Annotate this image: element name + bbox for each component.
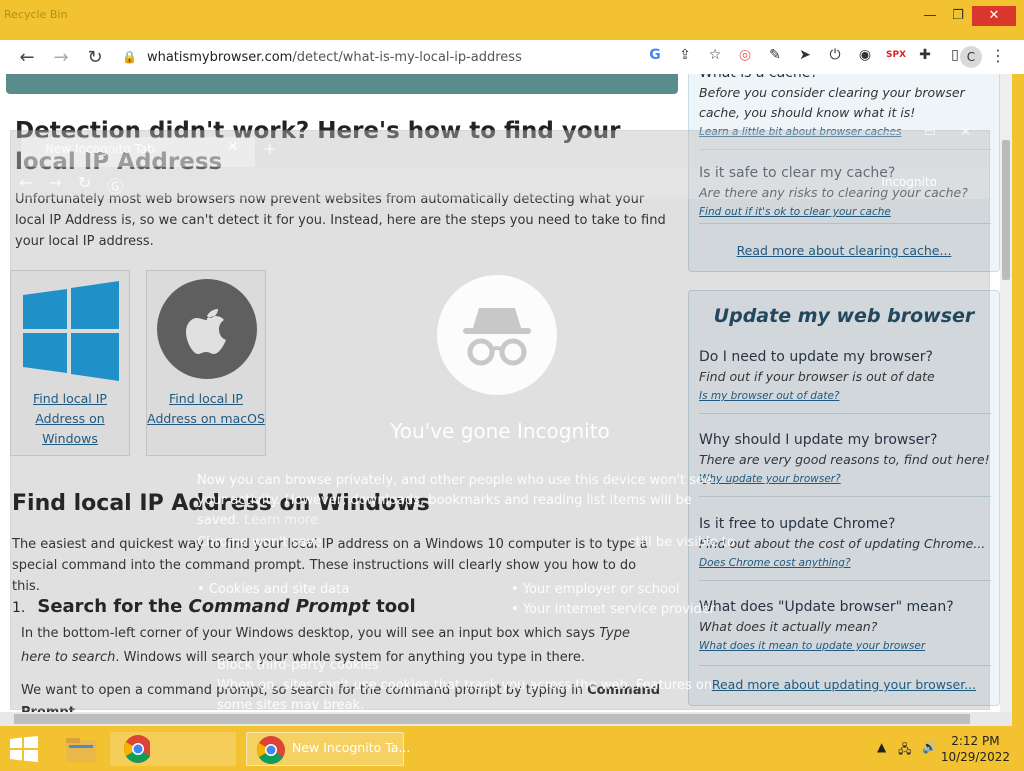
incognito-nav: ← → ↻ Ⓖ (19, 173, 123, 197)
visible-note: still be visible to (629, 535, 735, 550)
visible-item: • Your internet service provider (511, 602, 716, 617)
lock-icon: 🔒 (122, 50, 137, 64)
file-explorer-icon[interactable] (58, 732, 104, 766)
eyedropper-extension-icon[interactable]: ✎ (766, 46, 784, 64)
url-domain: whatismybrowser.com (146, 49, 293, 65)
incognito-label: Incognito (881, 175, 937, 189)
incognito-forward-icon[interactable]: → (48, 173, 61, 197)
clock-time: 2:12 PM (951, 734, 1000, 748)
toolbar-extensions: G ⇪ ☆ ◎ ✎ ➤ ⏻ ◉ SPX ✚ ▯ (646, 46, 964, 64)
visible-item-text: Your employer or school (522, 582, 680, 597)
taskbar: New Incognito Ta... ▲ 🖧 🔊 2:12 PM 10/29/… (0, 728, 1024, 768)
cache-question: What is a cache? (699, 74, 991, 83)
wont-save-item-text: Cookies and site data (208, 582, 350, 597)
incognito-tab-title: New Incognito Tab (45, 142, 155, 156)
visible-list: • Your employer or school • Your interne… (511, 580, 731, 620)
minimize-button[interactable]: — (916, 6, 944, 26)
incognito-spy-icon (437, 275, 557, 395)
url-field[interactable]: 🔒 whatismybrowser.com/detect/what-is-my-… (122, 46, 522, 68)
incognito-tab[interactable]: New Incognito Tab (21, 137, 255, 167)
volume-icon[interactable]: 🔊 (922, 740, 937, 754)
block-cookies-text: When on, sites can't use cookies that tr… (217, 678, 713, 713)
profile-avatar[interactable]: C (960, 46, 982, 68)
chrome-icon (124, 735, 152, 763)
close-button[interactable]: ✕ (972, 6, 1016, 26)
power-extension-icon[interactable]: ⏻ (826, 46, 844, 64)
incognito-back-icon[interactable]: ← (19, 173, 32, 197)
vertical-scroll-thumb[interactable] (1002, 140, 1010, 280)
clock[interactable]: 2:12 PM 10/29/2022 (941, 733, 1010, 765)
new-tab-icon[interactable]: + (263, 139, 276, 158)
incognito-heading: You've gone Incognito (390, 419, 610, 443)
incognito-window-overlay[interactable]: New Incognito Tab ✕ + — ▭ ✕ ← → ↻ Ⓖ Inco… (10, 125, 990, 713)
incognito-reload-icon[interactable]: ↻ (78, 173, 91, 197)
url-path: /detect/what-is-my-local-ip-address (292, 49, 522, 65)
vertical-scrollbar[interactable] (1000, 74, 1012, 712)
incognito-minimize-icon[interactable]: — (887, 125, 900, 140)
cache-answer: Before you consider clearing your browse… (699, 85, 965, 120)
refresh-extension-icon[interactable]: ◉ (856, 46, 874, 64)
incognito-window-controls: — ▭ ✕ (887, 125, 971, 140)
tray-overflow-icon[interactable]: ▲ (877, 740, 886, 754)
visible-item: • Your employer or school (511, 582, 680, 597)
forward-icon[interactable]: → (44, 47, 78, 68)
chrome-menu-icon[interactable]: ⋮ (990, 46, 1006, 65)
puzzle-extensions-icon[interactable]: ✚ (916, 46, 934, 64)
close-tab-icon[interactable]: ✕ (227, 139, 239, 155)
incognito-body: Now you can browse privately, and other … (197, 471, 737, 531)
windows-start-icon[interactable] (10, 736, 38, 762)
reload-icon[interactable]: ↻ (78, 47, 112, 68)
color-ring-extension-icon[interactable]: ◎ (736, 46, 754, 64)
cursor-extension-icon[interactable]: ➤ (796, 46, 814, 64)
maximize-button[interactable]: ❐ (944, 6, 972, 26)
incognito-tab-strip: New Incognito Tab ✕ + — ▭ ✕ (11, 125, 989, 167)
block-cookies-title: Block third-party cookies (217, 658, 379, 673)
share-icon[interactable]: ⇪ (676, 46, 694, 64)
learn-more-link[interactable]: Learn more (244, 513, 318, 528)
clock-date: 10/29/2022 (940, 750, 1010, 764)
wont-save-title: Chrome won't save (197, 535, 323, 550)
window-controls: — ❐ ✕ (916, 6, 1016, 26)
back-icon[interactable]: ← (10, 47, 44, 68)
incognito-maximize-icon[interactable]: ▭ (924, 125, 936, 140)
desktop-ghost-label: Recycle Bin (4, 8, 68, 21)
wont-save-item: • Cookies and site data (197, 582, 350, 597)
chrome-taskbar-button[interactable] (110, 732, 236, 766)
teal-banner (6, 74, 678, 94)
browser-title-bar: Recycle Bin — ❐ ✕ (0, 0, 1024, 40)
incognito-omnibox[interactable]: ← → ↻ Ⓖ Incognito (11, 167, 989, 199)
red-badge-extension-icon[interactable]: SPX (886, 46, 906, 64)
incognito-google-icon: Ⓖ (107, 177, 124, 196)
visible-item-text: Your internet service provider (522, 602, 716, 617)
address-bar-row: ← → ↻ 🔒 whatismybrowser.com/detect/what-… (0, 40, 1024, 74)
chrome-incognito-icon (257, 736, 285, 764)
bookmark-star-icon[interactable]: ☆ (706, 46, 724, 64)
wont-save-list: • Cookies and site data (197, 580, 457, 600)
incognito-close-icon[interactable]: ✕ (960, 125, 971, 140)
network-icon[interactable]: 🖧 (898, 740, 911, 761)
incognito-taskbar-label: New Incognito Ta... (292, 740, 411, 755)
google-icon[interactable]: G (646, 46, 664, 64)
